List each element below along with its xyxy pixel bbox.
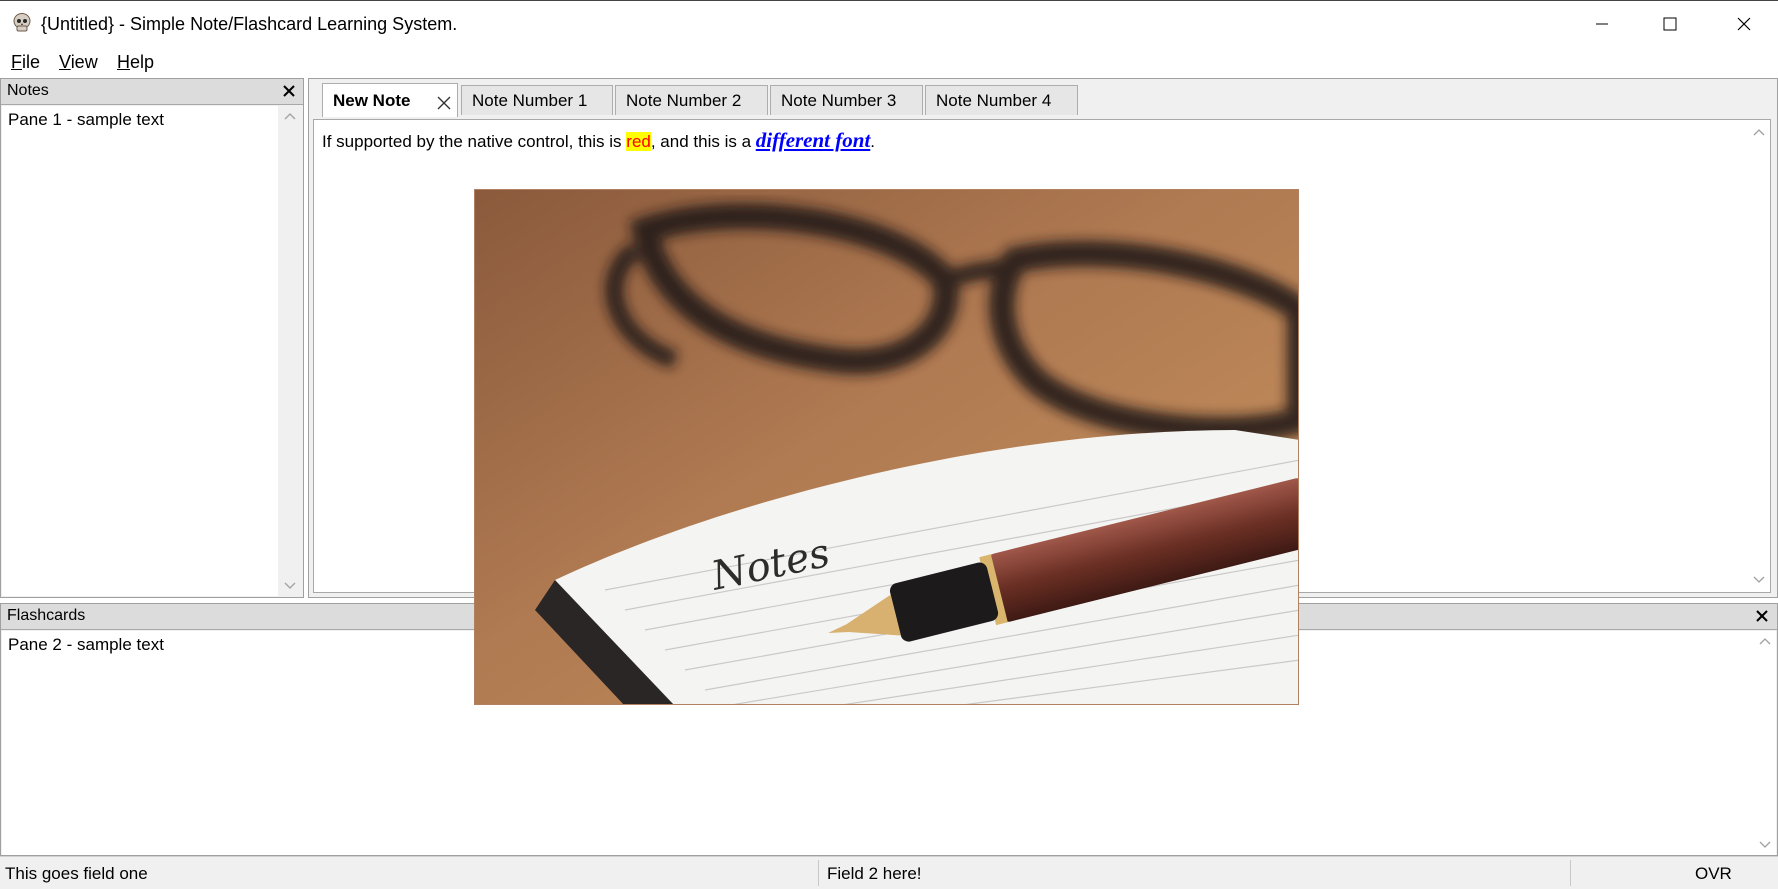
notes-content: Pane 1 - sample text bbox=[8, 110, 164, 129]
menu-file[interactable]: File bbox=[11, 52, 40, 73]
close-icon bbox=[1756, 610, 1768, 622]
menu-view[interactable]: View bbox=[59, 52, 98, 73]
close-icon bbox=[1737, 17, 1751, 31]
red-text: red bbox=[626, 132, 651, 151]
notes-text-area[interactable]: Pane 1 - sample text bbox=[2, 106, 278, 596]
editor-scrollbar[interactable] bbox=[1748, 120, 1770, 592]
photo-illustration: Notes bbox=[475, 190, 1298, 704]
close-button[interactable] bbox=[1710, 1, 1778, 47]
title-bar: {Untitled} - Simple Note/Flashcard Learn… bbox=[0, 0, 1778, 46]
notes-pane-header: Notes bbox=[1, 79, 303, 105]
tab-note-number-4[interactable]: Note Number 4 bbox=[925, 85, 1078, 115]
flashcards-pane-close-button[interactable] bbox=[1753, 607, 1771, 625]
maximize-icon bbox=[1663, 17, 1677, 31]
chevron-down-icon bbox=[1759, 841, 1771, 848]
status-field-two: Field 2 here! bbox=[827, 864, 922, 883]
minimize-icon bbox=[1596, 23, 1608, 25]
tab-note-number-2[interactable]: Note Number 2 bbox=[615, 85, 768, 115]
different-font-text: different font bbox=[755, 128, 871, 152]
notes-pane-close-button[interactable] bbox=[280, 82, 298, 100]
status-separator bbox=[818, 860, 819, 886]
tab-new-note[interactable]: New Note bbox=[322, 83, 458, 117]
tab-note-number-1[interactable]: Note Number 1 bbox=[461, 85, 613, 115]
scroll-up-arrow[interactable] bbox=[279, 106, 301, 126]
scroll-down-arrow[interactable] bbox=[279, 576, 301, 596]
flashcards-content: Pane 2 - sample text bbox=[8, 635, 164, 654]
chevron-down-icon bbox=[1753, 576, 1765, 583]
minimize-button[interactable] bbox=[1568, 1, 1636, 47]
menu-help[interactable]: Help bbox=[117, 52, 154, 73]
notes-pane: Notes Pane 1 - sample text bbox=[0, 78, 304, 598]
status-ovr-indicator: OVR bbox=[1695, 864, 1732, 883]
notebook-pen-glasses-image: Notes bbox=[474, 189, 1299, 705]
scroll-down-arrow[interactable] bbox=[1748, 570, 1770, 590]
notes-scrollbar[interactable] bbox=[279, 106, 301, 596]
menu-bar: File View Help bbox=[0, 46, 1778, 78]
status-bar: This goes field one Field 2 here! OVR bbox=[0, 856, 1778, 889]
chevron-down-icon bbox=[284, 582, 296, 589]
flashcards-pane-title: Flashcards bbox=[7, 607, 86, 624]
tab-note-number-3[interactable]: Note Number 3 bbox=[770, 85, 923, 115]
chevron-up-icon bbox=[284, 113, 296, 120]
status-separator bbox=[1570, 860, 1571, 886]
maximize-button[interactable] bbox=[1636, 1, 1704, 47]
scroll-up-arrow[interactable] bbox=[1748, 122, 1770, 142]
chevron-up-icon bbox=[1753, 129, 1765, 136]
skull-icon[interactable] bbox=[11, 12, 33, 34]
scroll-up-arrow[interactable] bbox=[1754, 631, 1776, 651]
scroll-down-arrow[interactable] bbox=[1754, 835, 1776, 855]
notes-pane-title: Notes bbox=[7, 82, 49, 99]
status-field-one: This goes field one bbox=[5, 864, 148, 883]
close-icon[interactable] bbox=[437, 96, 451, 110]
close-icon bbox=[283, 85, 295, 97]
window-title: {Untitled} - Simple Note/Flashcard Learn… bbox=[41, 14, 458, 34]
flashcards-scrollbar[interactable] bbox=[1754, 631, 1776, 855]
editor-text-line: If supported by the native control, this… bbox=[322, 128, 876, 152]
chevron-up-icon bbox=[1759, 638, 1771, 645]
